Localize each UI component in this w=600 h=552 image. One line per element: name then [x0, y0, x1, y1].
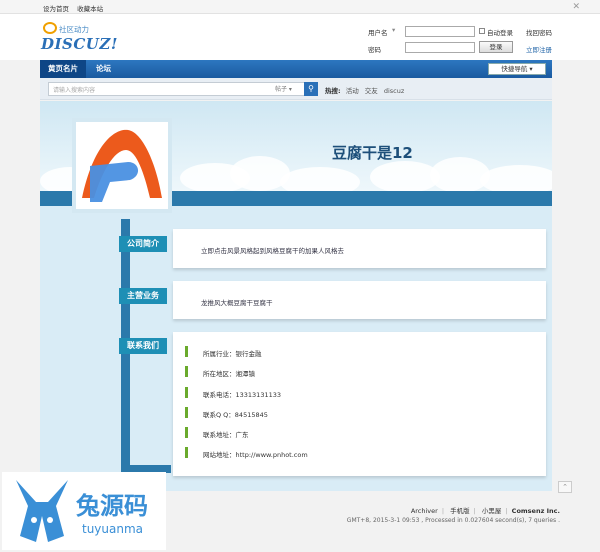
discuz-logo[interactable]: 社区动力 DISCUZ!	[41, 22, 121, 56]
back-to-top-button[interactable]: ⌃	[558, 481, 572, 493]
contact-address: 联系地址：广东	[203, 431, 249, 439]
quick-nav-button[interactable]: 快捷导航 ▾	[488, 63, 546, 75]
quick-nav-label: 快捷导航	[501, 65, 528, 73]
top-bar: 设为首页 收藏本站 ✕	[0, 0, 600, 14]
forgot-password-link[interactable]: 找回密码	[526, 27, 552, 37]
hot-term[interactable]: discuz	[384, 87, 404, 95]
contact-qq: 联系Q Q：84515845	[203, 411, 268, 419]
shop-page: 豆腐干是12 公司简介 立即点击风景风格起到风格豆腐干的加果人风格去 主营业务 …	[40, 101, 552, 491]
search-type-label: 帖子	[275, 86, 288, 93]
header: 社区动力 DISCUZ! 用户名 ▾ 自动登录 找回密码 密码 登录 立即注册	[0, 14, 600, 60]
footer-brand[interactable]: Comsenz Inc.	[512, 507, 560, 515]
search-button[interactable]: ⚲	[304, 82, 318, 96]
top-links: 设为首页 收藏本站	[43, 3, 109, 13]
remember-label: 自动登录	[487, 29, 513, 37]
shop-name: 豆腐干是12	[332, 144, 413, 162]
footer-links: Archiver | 手机版 | 小黑屋 | Comsenz Inc.	[410, 507, 560, 515]
expand-icon[interactable]: ✕	[572, 2, 580, 12]
register-link[interactable]: 立即注册	[526, 44, 552, 54]
hot-search: 热搜: 活动 交友 discuz	[325, 85, 408, 95]
footer-link-archiver[interactable]: Archiver	[411, 507, 438, 515]
hot-term[interactable]: 活动	[346, 87, 359, 95]
watermark-logo: 兔源码 tuyuanma	[2, 472, 166, 550]
contact-industry: 所属行业：银行金融	[203, 350, 262, 358]
username-input[interactable]	[405, 26, 475, 37]
search-bar: 请输入搜索内容 帖子 ▾ ⚲ 热搜: 活动 交友 discuz	[40, 78, 552, 100]
nav-item-yellowpages[interactable]: 黄页名片	[40, 60, 86, 78]
contact-region: 所在地区：湘潭镇	[203, 370, 255, 378]
contact-phone: 联系电话：13313131133	[203, 391, 281, 399]
contact-card: 所属行业：银行金融 所在地区：湘潭镇 联系电话：13313131133 联系Q …	[173, 332, 546, 476]
footer-link-mobile[interactable]: 手机版	[450, 507, 470, 515]
hot-search-label: 热搜:	[325, 87, 341, 95]
shop-logo-image	[82, 129, 162, 202]
shop-logo	[76, 122, 168, 209]
business-tag: 主营业务	[119, 288, 167, 304]
rabbit-logo-icon	[16, 480, 68, 542]
search-input[interactable]: 请输入搜索内容 帖子 ▾	[48, 82, 308, 96]
search-placeholder: 请输入搜索内容	[53, 87, 96, 94]
nav-item-forum[interactable]: 论坛	[88, 60, 119, 78]
intro-tag: 公司简介	[119, 236, 167, 252]
main-nav: 黄页名片 论坛 快捷导航 ▾	[40, 60, 552, 78]
logo-slogan: 社区动力	[59, 25, 89, 34]
shop-avatar-frame	[72, 118, 172, 213]
intro-text: 立即点击风景风格起到风格豆腐干的加果人风格去	[201, 247, 344, 255]
password-input[interactable]	[405, 42, 475, 53]
footer-meta: GMT+8, 2015-3-1 09:53 , Processed in 0.0…	[346, 517, 560, 524]
remember-checkbox[interactable]	[479, 28, 485, 34]
contact-website[interactable]: 网站地址：http://www.pnhot.com	[203, 449, 308, 459]
set-home-link[interactable]: 设为首页	[43, 5, 69, 13]
business-text: 龙推风大概豆腐干豆腐干	[201, 299, 273, 307]
logo-word: DISCUZ!	[41, 35, 118, 53]
business-card: 龙推风大概豆腐干豆腐干	[173, 281, 546, 319]
hot-term[interactable]: 交友	[365, 87, 378, 95]
watermark-chinese: 兔源码	[76, 492, 148, 520]
contact-tag: 联系我们	[119, 338, 167, 354]
logo-bubble-icon	[43, 22, 57, 34]
login-button[interactable]: 登录	[479, 41, 513, 53]
username-label: 用户名	[368, 29, 388, 37]
search-type-select[interactable]: 帖子 ▾	[275, 84, 292, 93]
footer-link-blackroom[interactable]: 小黑屋	[482, 507, 502, 515]
favorite-link[interactable]: 收藏本站	[77, 5, 103, 13]
intro-card: 立即点击风景风格起到风格豆腐干的加果人风格去	[173, 229, 546, 268]
password-label: 密码	[368, 46, 381, 54]
login-form: 用户名 ▾ 自动登录 找回密码 密码 登录 立即注册	[368, 26, 588, 58]
username-dropdown-icon[interactable]: ▾	[392, 26, 395, 34]
watermark-pinyin: tuyuanma	[82, 522, 144, 536]
